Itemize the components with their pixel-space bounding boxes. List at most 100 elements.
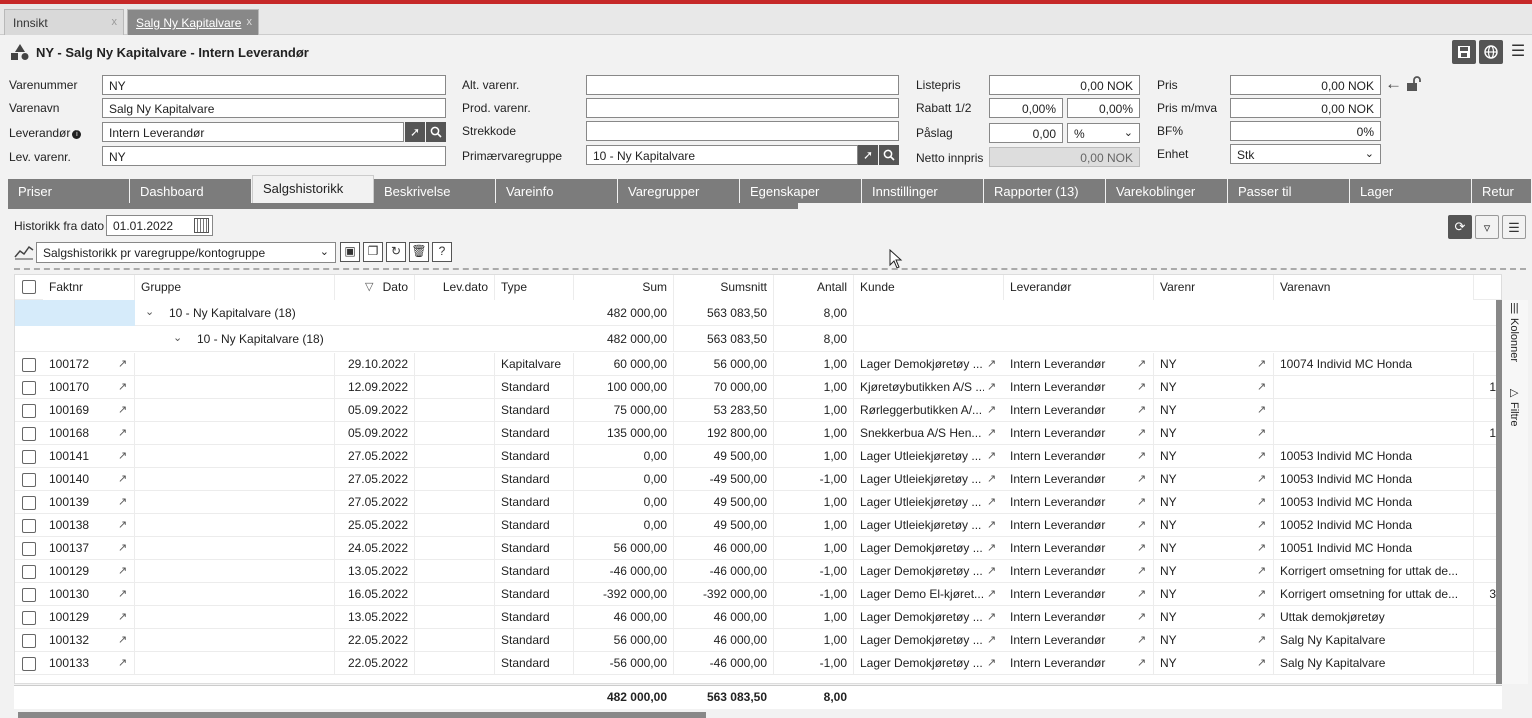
external-link-icon[interactable]: ↗ — [118, 633, 127, 646]
column-header-type[interactable]: Type — [495, 275, 574, 300]
group-row[interactable]: ⌄ 10 - Ny Kapitalvare (18) 482 000,00 563 0… — [15, 326, 1501, 352]
table-row[interactable]: 100170 12.09.2022 Standard 100 000,00 70 000… — [15, 376, 1501, 399]
external-link-icon[interactable]: ↗ — [1257, 656, 1266, 669]
row-checkbox[interactable] — [22, 542, 36, 556]
external-link-icon[interactable]: ↗ — [987, 656, 996, 669]
close-icon[interactable]: x — [112, 16, 118, 28]
external-link-icon[interactable]: ↗ — [987, 564, 996, 577]
external-link-icon[interactable]: ↗ — [1137, 656, 1146, 669]
external-link-icon[interactable]: ↗ — [1257, 587, 1266, 600]
row-checkbox[interactable] — [22, 450, 36, 464]
leverandor-search-button[interactable] — [426, 122, 446, 142]
external-link-icon[interactable]: ↗ — [1137, 495, 1146, 508]
tab-salgshistorikk[interactable]: Salgshistorikk — [252, 175, 374, 203]
external-link-icon[interactable]: ↗ — [118, 357, 127, 370]
filtre-toggle[interactable]: Filtre — [1508, 402, 1520, 426]
tab-priser[interactable]: Priser — [8, 179, 130, 203]
row-checkbox[interactable] — [22, 427, 36, 441]
prod-varenr-field[interactable] — [586, 98, 899, 118]
row-checkbox[interactable] — [22, 634, 36, 648]
historikk-date-field[interactable]: 01.01.2022 — [106, 215, 213, 236]
column-header-varenr[interactable]: Varenr — [1154, 275, 1274, 300]
column-header-gruppe[interactable]: Gruppe — [135, 275, 335, 300]
tab-beskrivelse[interactable]: Beskrivelse — [374, 179, 496, 203]
external-link-icon[interactable]: ↗ — [118, 403, 127, 416]
save-button[interactable] — [1452, 40, 1476, 64]
rabatt2-field[interactable]: 0,00% — [1067, 98, 1140, 118]
main-menu-button[interactable]: ☰ — [1506, 40, 1530, 64]
column-header-antall[interactable]: Antall — [774, 275, 854, 300]
column-header-faktnr[interactable]: Faktnr — [43, 275, 135, 300]
alt-varenr-field[interactable] — [586, 75, 899, 95]
table-row[interactable]: 100169 05.09.2022 Standard 75 000,00 53 283,… — [15, 399, 1501, 422]
horizontal-scrollbar[interactable] — [18, 712, 706, 718]
external-link-icon[interactable]: ↗ — [1137, 449, 1146, 462]
tab-innstillinger[interactable]: Innstillinger — [862, 179, 984, 203]
bf-field[interactable]: 0% — [1230, 121, 1381, 141]
delete-view-button[interactable]: 🗑 — [409, 242, 429, 262]
table-row[interactable]: 100129 13.05.2022 Standard -46 000,00 -46 00… — [15, 560, 1501, 583]
table-row[interactable]: 100137 24.05.2022 Standard 56 000,00 46 000,… — [15, 537, 1501, 560]
pris-field[interactable]: 0,00 NOK — [1230, 75, 1381, 95]
tab-egenskaper[interactable]: Egenskaper — [740, 179, 862, 203]
grid-menu-button[interactable]: ☰ — [1502, 215, 1526, 239]
view-select[interactable]: Salgshistorikk pr varegruppe/kontogruppe… — [36, 242, 336, 263]
column-header-leverandør[interactable]: Leverandør — [1004, 275, 1154, 300]
unlock-icon[interactable] — [1406, 76, 1424, 92]
external-link-icon[interactable]: ↗ — [1257, 564, 1266, 577]
tab-vareinfo[interactable]: Vareinfo — [496, 179, 618, 203]
varenummer-field[interactable]: NY — [102, 75, 446, 95]
row-checkbox[interactable] — [22, 381, 36, 395]
table-row[interactable]: 100168 05.09.2022 Standard 135 000,00 192 80… — [15, 422, 1501, 445]
tab-varekoblinger[interactable]: Varekoblinger — [1106, 179, 1228, 203]
rabatt1-field[interactable]: 0,00% — [989, 98, 1063, 118]
external-link-icon[interactable]: ↗ — [1257, 518, 1266, 531]
calendar-icon[interactable] — [194, 218, 209, 233]
external-link-icon[interactable]: ↗ — [1137, 472, 1146, 485]
strekkode-field[interactable] — [586, 121, 899, 141]
column-header-dato[interactable]: Dato — [335, 275, 415, 300]
external-link-icon[interactable]: ↗ — [118, 380, 127, 393]
external-link-icon[interactable]: ↗ — [1137, 541, 1146, 554]
primaervaregruppe-field[interactable]: 10 - Ny Kapitalvare — [586, 145, 858, 165]
leverandor-link-button[interactable]: ➚ — [405, 122, 425, 142]
varegruppe-search-button[interactable] — [879, 145, 899, 165]
row-checkbox[interactable] — [22, 519, 36, 533]
listepris-field[interactable]: 0,00 NOK — [989, 75, 1140, 95]
paslag-field[interactable]: 0,00 — [989, 123, 1063, 143]
external-link-icon[interactable]: ↗ — [987, 403, 996, 416]
table-row[interactable]: 100130 16.05.2022 Standard -392 000,00 -392 … — [15, 583, 1501, 606]
enhet-select[interactable]: Stk ⌄ — [1230, 144, 1381, 164]
external-link-icon[interactable]: ↗ — [118, 449, 127, 462]
external-link-icon[interactable]: ↗ — [1137, 610, 1146, 623]
external-link-icon[interactable]: ↗ — [1257, 541, 1266, 554]
refresh-button[interactable]: ⟳ — [1448, 215, 1472, 239]
external-link-icon[interactable]: ↗ — [1137, 403, 1146, 416]
info-icon[interactable]: i — [72, 130, 82, 139]
table-row[interactable]: 100141 27.05.2022 Standard 0,00 49 500,00 1,0… — [15, 445, 1501, 468]
external-link-icon[interactable]: ↗ — [1257, 633, 1266, 646]
external-link-icon[interactable]: ↗ — [118, 426, 127, 439]
select-all-checkbox[interactable] — [22, 280, 36, 294]
filter-button[interactable]: ▿ — [1475, 215, 1499, 239]
table-row[interactable]: 100139 27.05.2022 Standard 0,00 49 500,00 1,0… — [15, 491, 1501, 514]
row-checkbox[interactable] — [22, 358, 36, 372]
external-link-icon[interactable]: ↗ — [1257, 472, 1266, 485]
external-link-icon[interactable]: ↗ — [987, 426, 996, 439]
chevron-down-icon[interactable]: ⌄ — [145, 305, 154, 318]
table-row[interactable]: 100172 29.10.2022 Kapitalvare 60 000,00 56 0… — [15, 353, 1501, 376]
external-link-icon[interactable]: ↗ — [118, 656, 127, 669]
external-link-icon[interactable]: ↗ — [1257, 403, 1266, 416]
table-row[interactable]: 100132 22.05.2022 Standard 56 000,00 46 000,… — [15, 629, 1501, 652]
row-checkbox[interactable] — [22, 565, 36, 579]
row-checkbox[interactable] — [22, 657, 36, 671]
table-row[interactable]: 100129 13.05.2022 Standard 46 000,00 46 000,… — [15, 606, 1501, 629]
tab-varegrupper[interactable]: Varegrupper — [618, 179, 740, 203]
doc-tab-salg-ny-kapitalvare[interactable]: Salg Ny Kapitalvare x — [127, 9, 259, 35]
column-header-kunde[interactable]: Kunde — [854, 275, 1004, 300]
external-link-icon[interactable]: ↗ — [987, 472, 996, 485]
row-checkbox[interactable] — [22, 496, 36, 510]
external-link-icon[interactable]: ↗ — [987, 449, 996, 462]
external-link-icon[interactable]: ↗ — [118, 495, 127, 508]
row-checkbox[interactable] — [22, 588, 36, 602]
